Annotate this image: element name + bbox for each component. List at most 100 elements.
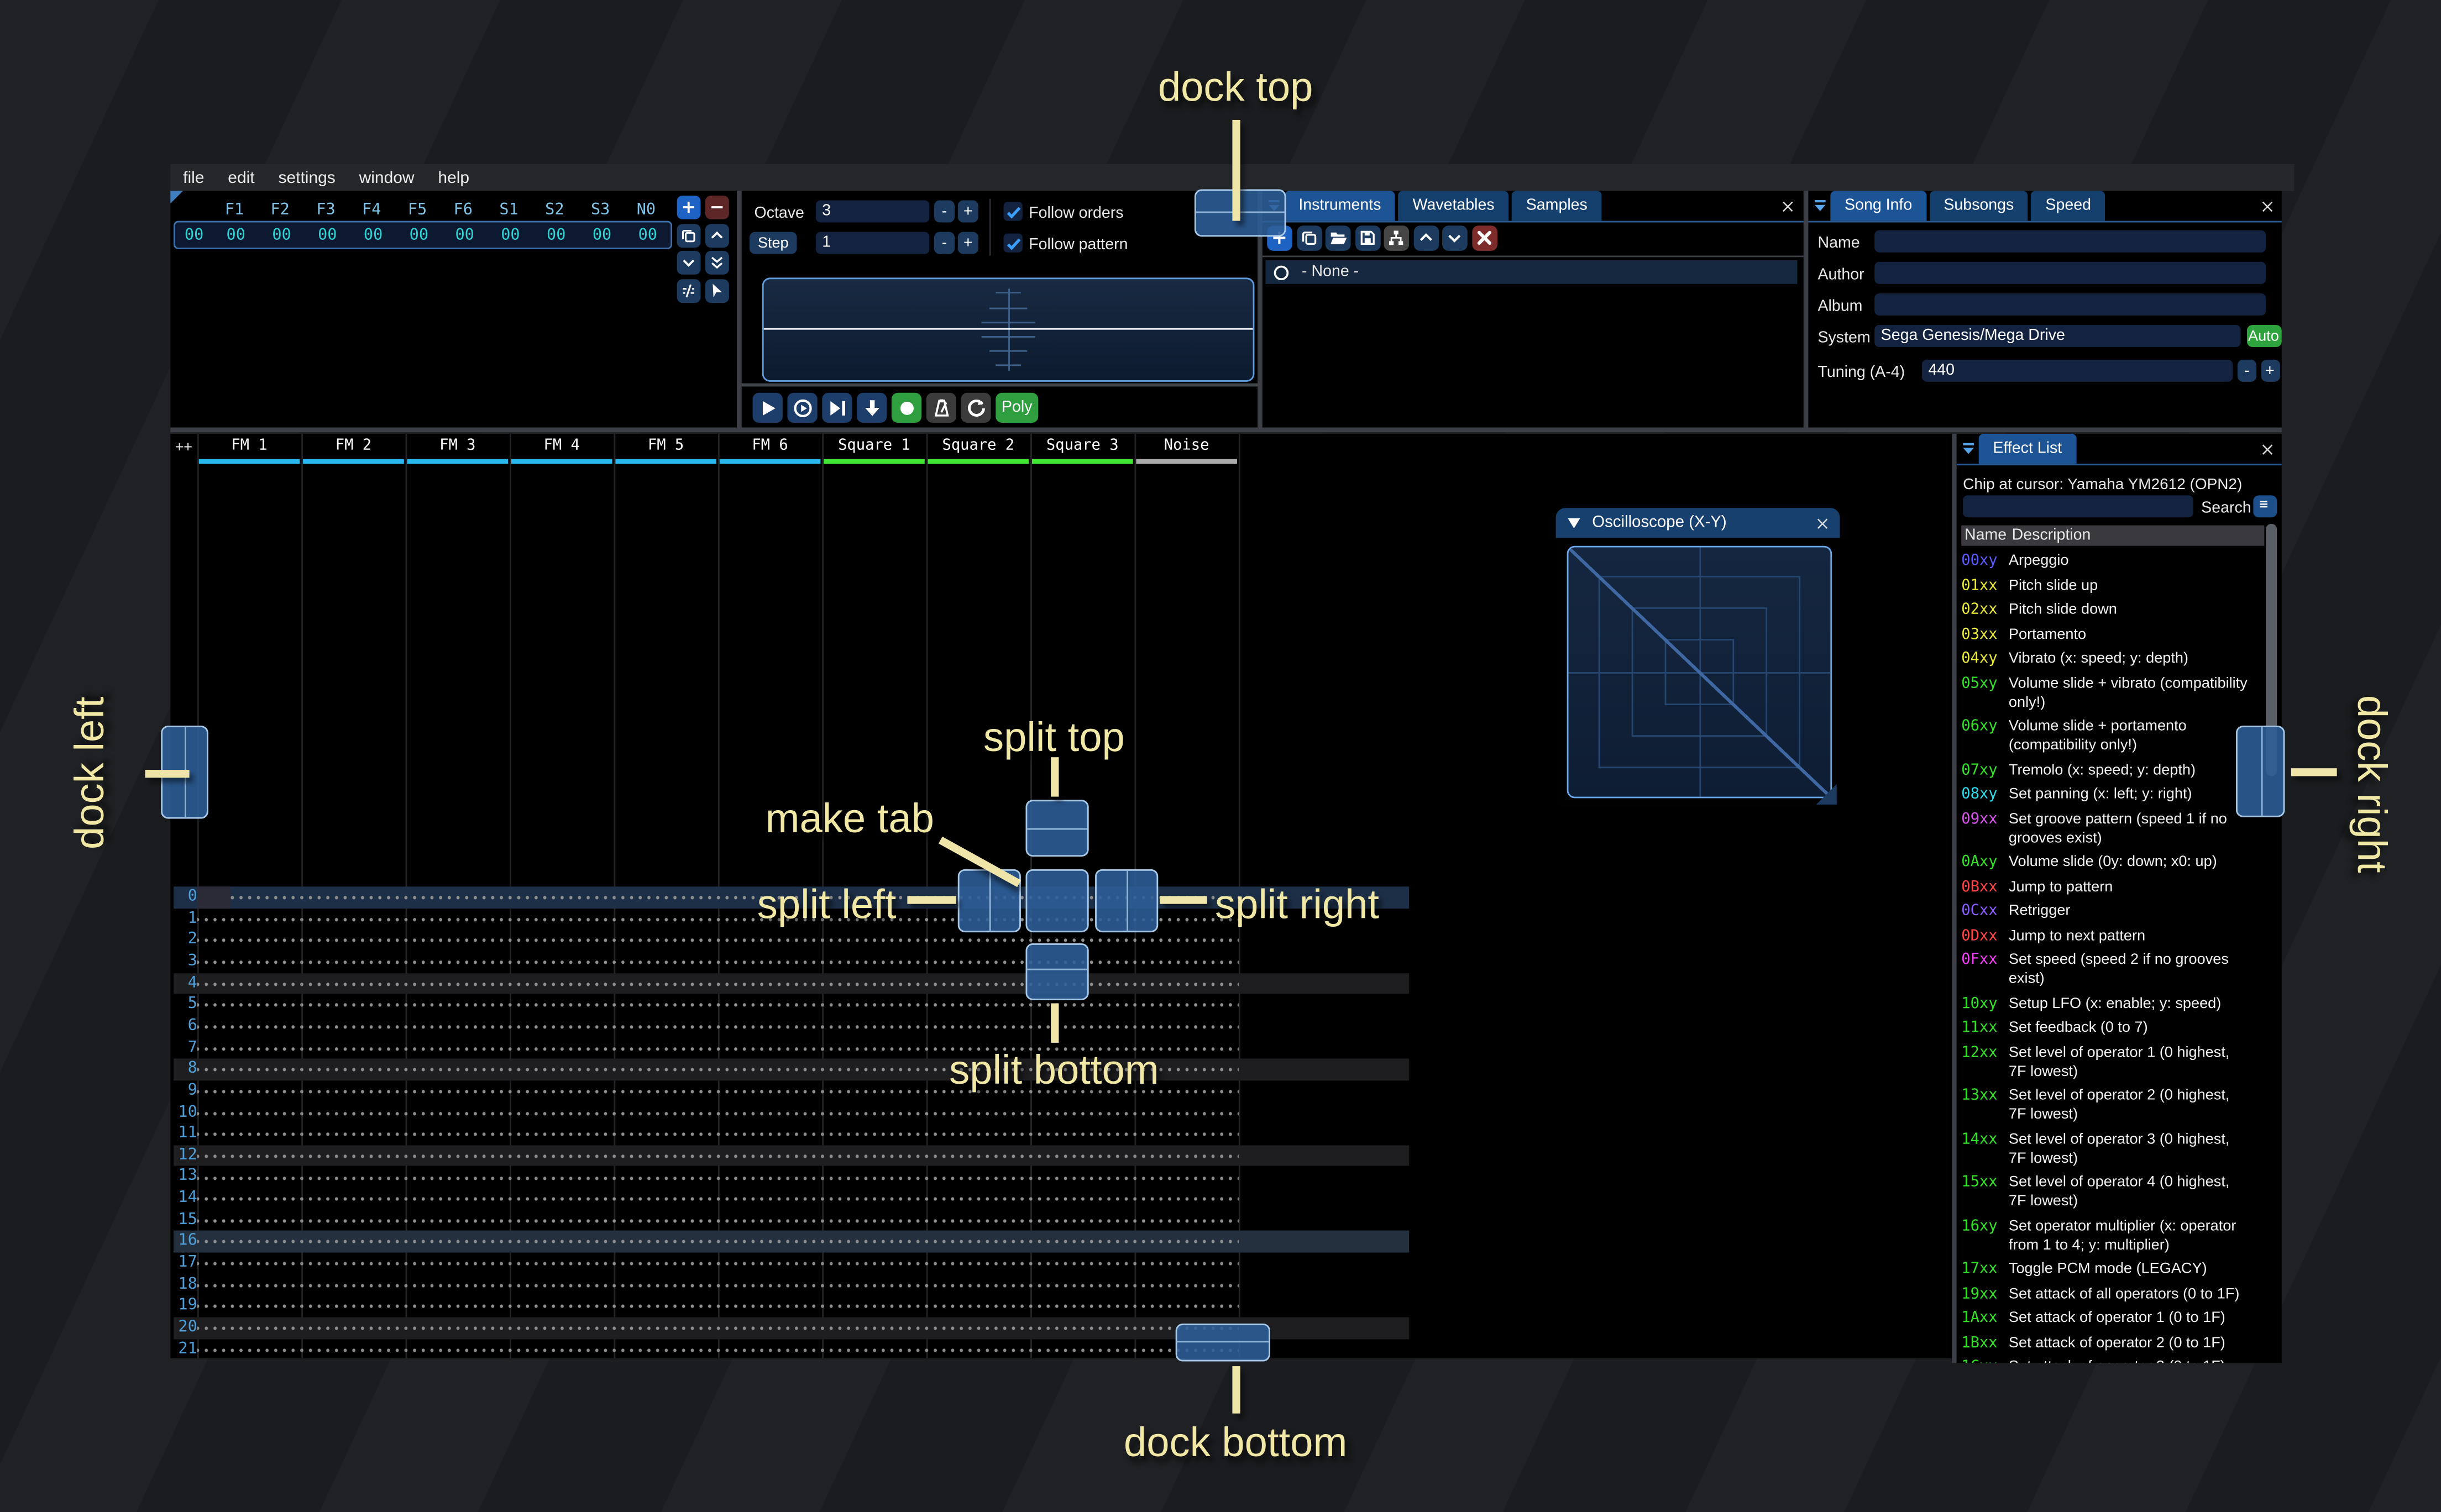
pattern-row-9[interactable]: 9 [174,1080,1409,1102]
pattern-cell[interactable] [301,1209,406,1231]
pattern-cell[interactable] [614,1058,718,1080]
tab-wavetables[interactable]: Wavetables [1398,191,1509,221]
pattern-cell[interactable] [717,1231,823,1253]
pattern-cell[interactable] [717,1037,823,1059]
octave-plus-button[interactable]: + [957,200,978,223]
pattern-cell[interactable] [301,886,406,909]
splitter[interactable] [1952,434,1957,1363]
order-value[interactable]: 00 [396,227,442,244]
pattern-cell[interactable] [1030,1123,1135,1145]
pattern-row-5[interactable]: 5 [174,994,1409,1016]
pattern-cell[interactable] [405,1166,510,1188]
effect-row-08xy[interactable]: 08xy Set panning (x: left; y: right) [1961,786,2264,805]
pattern-cell[interactable] [926,930,1031,952]
pattern-cell[interactable] [614,930,718,952]
pattern-cell[interactable] [301,1101,406,1124]
effect-row-06xy[interactable]: 06xy Volume slide + portamento (compatibi… [1961,718,2264,756]
pattern-cell[interactable] [405,1037,510,1059]
pattern-cell[interactable] [197,1037,302,1059]
pattern-cell[interactable] [926,1123,1031,1145]
pattern-cell[interactable] [301,908,406,930]
pattern-cell[interactable] [510,994,614,1016]
channel-header-fm-6[interactable]: FM 6 [718,437,822,463]
pattern-cell[interactable] [301,1338,406,1358]
tab-speed[interactable]: Speed [2031,191,2105,221]
pattern-cell[interactable] [822,1101,926,1124]
pattern-cell[interactable] [405,994,510,1016]
pattern-cell[interactable] [405,1274,510,1296]
pattern-cell[interactable] [510,886,614,909]
pattern-row-8[interactable]: 8 [174,1058,1410,1080]
pattern-cell[interactable] [614,1274,718,1296]
pattern-cell[interactable] [510,973,614,995]
instrument-move-up-button[interactable] [1413,225,1438,251]
pattern-cell[interactable] [197,1101,302,1124]
pattern-cell[interactable] [822,1144,926,1167]
pattern-cell[interactable] [717,1144,823,1167]
pattern-cell[interactable] [614,1123,718,1145]
order-value[interactable]: 00 [350,227,396,244]
pattern-cell[interactable] [717,1338,823,1358]
pattern-cell[interactable] [1134,1274,1239,1296]
pattern-cell[interactable] [405,951,510,973]
pattern-cell[interactable] [926,1274,1031,1296]
pattern-cell[interactable] [1030,1274,1135,1296]
effect-table-header[interactable]: Name Description [1961,525,2265,546]
pattern-cell[interactable] [926,1231,1031,1253]
pattern-cell[interactable] [822,951,926,973]
pattern-cell[interactable] [510,1037,614,1059]
pattern-cell[interactable] [1134,1295,1239,1317]
pattern-cell[interactable] [717,973,823,995]
channel-header-fm-3[interactable]: FM 3 [406,437,510,463]
order-value[interactable]: 00 [259,227,305,244]
order-value[interactable]: 00 [442,227,488,244]
effect-row-1Cxx[interactable]: 1CxxSet attack of operator 3 (0 to 1F) [1961,1358,2264,1363]
pattern-cell[interactable] [301,951,406,973]
tuning-plus-button[interactable]: + [2260,359,2280,382]
instrument-list-item[interactable]: - None - [1265,260,1798,284]
effect-row-0Bxx[interactable]: 0Bxx Jump to pattern [1961,878,2264,897]
effect-row-09xx[interactable]: 09xx Set groove pattern (speed 1 if no gr… [1961,810,2264,848]
pattern-cell[interactable] [197,1166,302,1188]
splitter[interactable] [737,191,742,428]
effect-search-input[interactable] [1963,495,2193,518]
effect-row-0Dxx[interactable]: 0Dxx Jump to next pattern [1961,927,2264,946]
pattern-cell[interactable] [1030,1231,1135,1253]
pattern-cell[interactable] [510,908,614,930]
follow-orders-checkbox[interactable] [1003,202,1023,221]
pattern-cell[interactable] [301,1058,406,1080]
pattern-cell[interactable] [717,1317,823,1339]
pattern-cell[interactable] [614,1144,718,1167]
pattern-cell[interactable] [301,973,406,995]
effect-row-1Bxx[interactable]: 1Bxx Set attack of operator 2 (0 to 1F) [1961,1334,2264,1353]
channel-header-fm-2[interactable]: FM 2 [301,437,405,463]
pattern-cell[interactable] [1134,1209,1239,1231]
pattern-cell[interactable] [197,1123,302,1145]
instrument-duplicate-button[interactable] [1296,225,1322,251]
effect-row-03xx[interactable]: 03xx Portamento [1961,626,2264,644]
pattern-cell[interactable] [510,1123,614,1145]
pattern-row-19[interactable]: 19 [174,1295,1409,1317]
pattern-cell[interactable] [822,1231,926,1253]
effect-row-15xx[interactable]: 15xx Set level of operator 4 (0 highest, … [1961,1174,2264,1212]
pattern-cell[interactable] [822,1080,926,1102]
pattern-cell[interactable] [717,930,823,952]
pattern-cell[interactable] [614,1252,718,1274]
pattern-cell[interactable] [717,1252,823,1274]
instrument-delete-button[interactable] [1471,225,1497,251]
pattern-cell[interactable] [301,1274,406,1296]
effect-row-00xy[interactable]: 00xy Arpeggio [1961,552,2264,571]
octave-minus-button[interactable]: - [934,200,955,223]
tab-subsongs[interactable]: Subsongs [1929,191,2029,221]
effect-row-12xx[interactable]: 12xx Set level of operator 1 (0 highest, … [1961,1043,2264,1082]
pattern-cell[interactable] [822,1188,926,1210]
tab-song-info[interactable]: Song Info [1830,191,1926,221]
pattern-cell[interactable] [926,1209,1031,1231]
pattern-cell[interactable] [614,1016,718,1037]
pattern-cell[interactable] [822,1209,926,1231]
play-from-cursor-button[interactable] [822,392,852,423]
pattern-cell[interactable] [822,994,926,1016]
pattern-cell[interactable] [614,1188,718,1210]
pattern-cell[interactable] [197,1080,302,1102]
pattern-cell[interactable] [510,951,614,973]
